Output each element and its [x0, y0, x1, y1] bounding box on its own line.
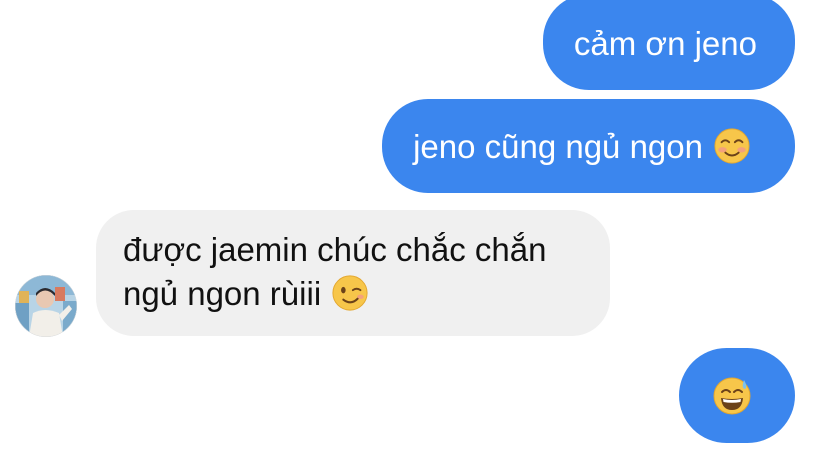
message-text: jeno cũng ngủ ngon — [413, 128, 703, 165]
message-text: cảm ơn jeno — [573, 25, 757, 62]
outgoing-message-bubble[interactable]: jeno cũng ngủ ngon — [382, 99, 795, 193]
contact-avatar[interactable] — [15, 275, 77, 337]
outgoing-message-bubble[interactable]: cảm ơn jeno — [542, 0, 795, 90]
incoming-message-bubble[interactable]: được jaemin chúc chắc chắn ngủ ngon rùii… — [96, 210, 610, 336]
outgoing-message-bubble[interactable] — [679, 348, 795, 443]
grinning-sweat-emoji-icon — [712, 376, 752, 416]
wink-emoji-icon — [331, 274, 369, 312]
smiling-blush-emoji-icon — [713, 127, 751, 165]
